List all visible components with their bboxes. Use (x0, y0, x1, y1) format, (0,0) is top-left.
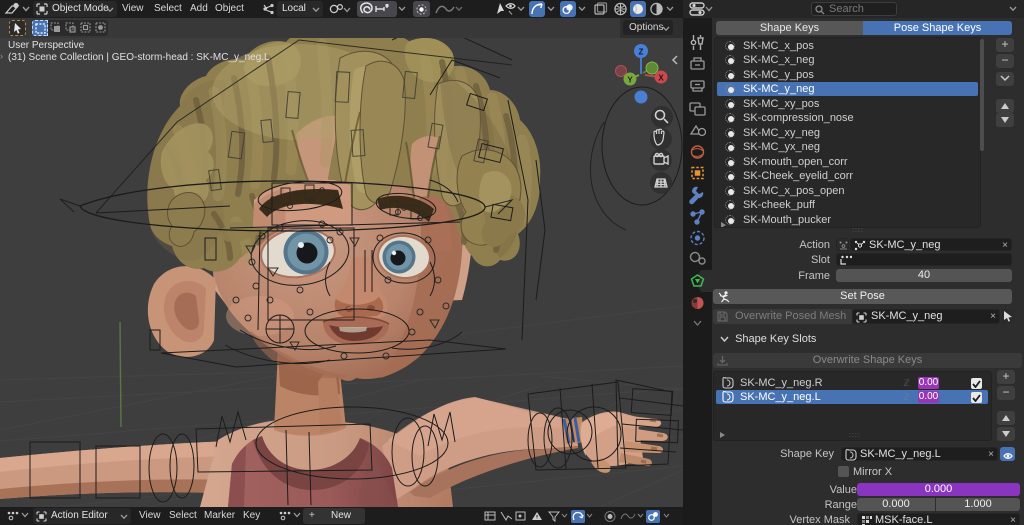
svg-text:Y: Y (627, 76, 633, 85)
svg-text:X: X (658, 74, 664, 83)
svg-text:Z: Z (639, 48, 644, 57)
